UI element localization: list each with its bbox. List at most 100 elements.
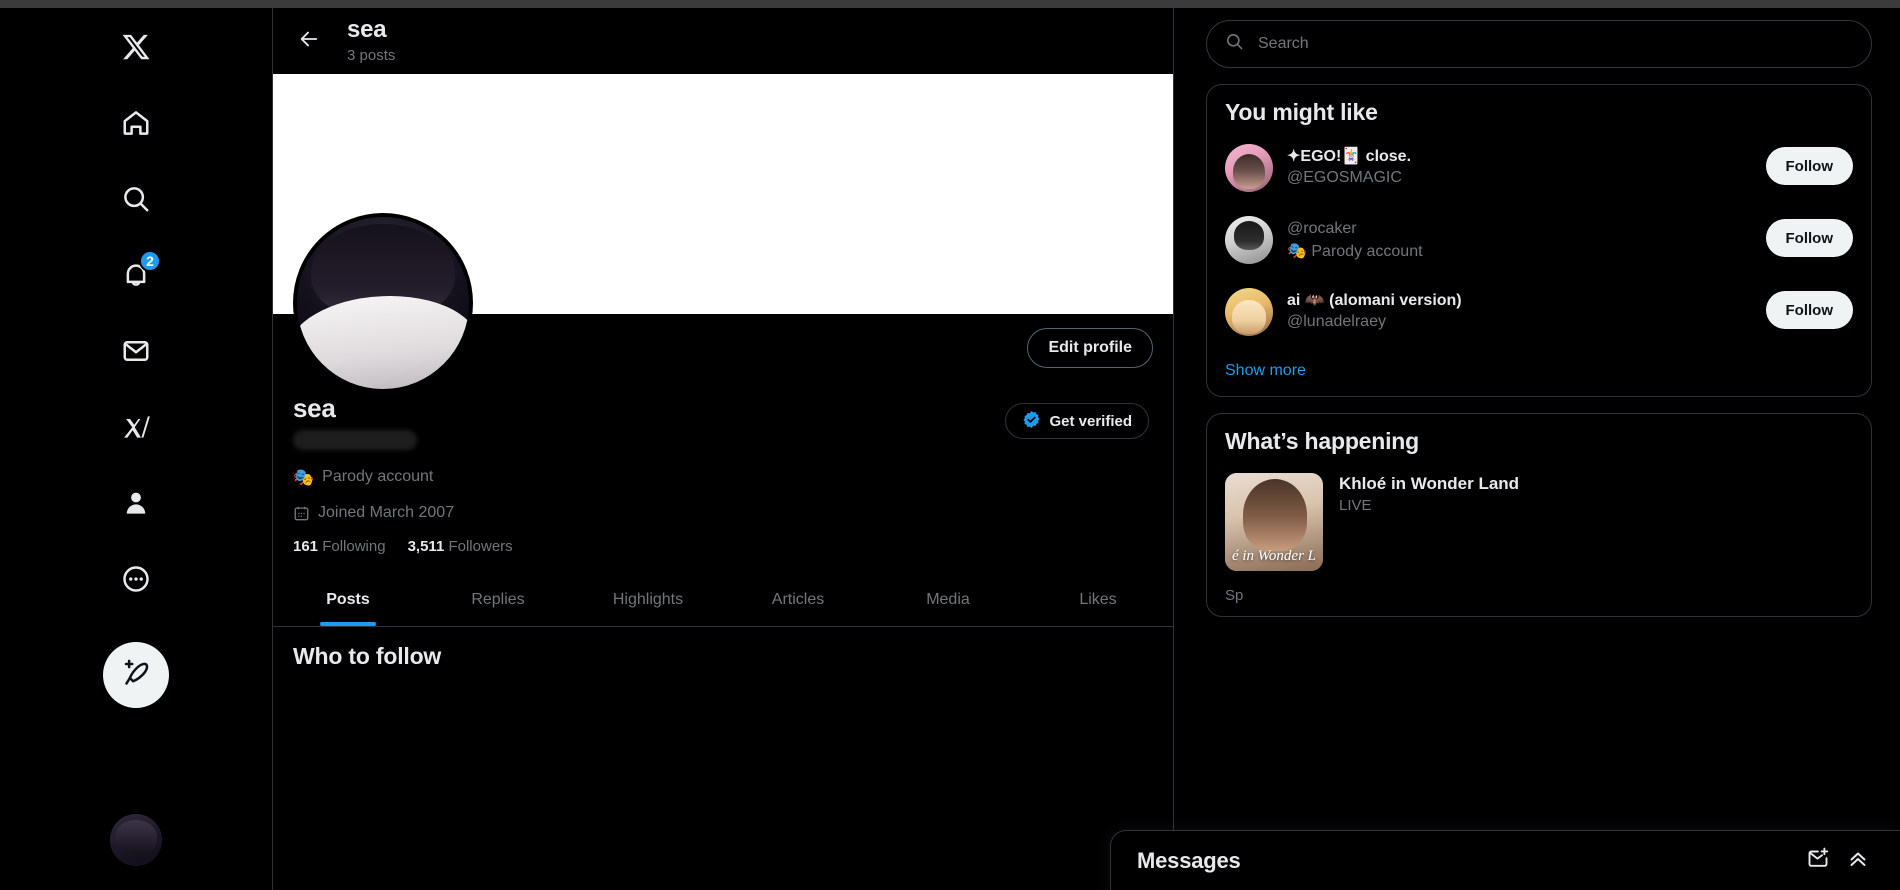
you-might-like-title: You might like [1225, 99, 1378, 125]
new-message-icon [1806, 846, 1830, 875]
x-profile-page: 2 sea 3 posts Edit profile sea Get verif… [0, 0, 1900, 890]
list-item[interactable]: ai 🦇 (alomani version) @lunadelraey Foll… [1207, 276, 1871, 348]
sidebar-item-profile[interactable] [105, 472, 167, 534]
suggestion-name: ai 🦇 (alomani version) [1287, 292, 1462, 309]
tab-articles-label: Articles [771, 590, 825, 608]
suggestion-handle: @rocaker [1287, 220, 1357, 237]
tab-posts-label: Posts [326, 590, 370, 608]
chevron-up-icon [1846, 846, 1870, 875]
header-titles: sea 3 posts [347, 16, 395, 66]
avatar[interactable] [1225, 144, 1273, 192]
sidebar-item-notifications[interactable]: 2 [105, 244, 167, 306]
search-icon [121, 184, 151, 214]
account-avatar[interactable] [110, 814, 162, 866]
notifications-badge: 2 [139, 250, 161, 272]
search-icon [1225, 32, 1244, 56]
suggestion-handle: @lunadelraey [1287, 313, 1386, 330]
tab-highlights-label: Highlights [612, 590, 684, 608]
new-message-button[interactable] [1798, 841, 1838, 881]
tab-highlights[interactable]: Highlights [573, 573, 723, 626]
search-input[interactable] [1258, 35, 1853, 53]
profile-name-block: sea [293, 392, 417, 450]
suggestion-body: ✦EGO!🃏 close. @EGOSMAGIC [1287, 144, 1752, 188]
tab-likes[interactable]: Likes [1023, 573, 1173, 626]
trend-thumbnail-caption: é in Wonder L [1231, 548, 1317, 564]
sidebar-item-messages[interactable] [105, 320, 167, 382]
joined-date-label: Joined March 2007 [318, 504, 455, 521]
list-item[interactable]: ✦EGO!🃏 close. @EGOSMAGIC Follow [1207, 132, 1871, 204]
messages-dock[interactable]: Messages [1110, 830, 1900, 890]
profile-avatar-image [297, 217, 469, 389]
expand-messages-button[interactable] [1838, 841, 1878, 881]
avatar-image [1225, 288, 1273, 336]
verified-badge-icon [1022, 410, 1041, 433]
avatar-image [1225, 216, 1273, 264]
parody-account-row: 🎭 Parody account [293, 468, 1153, 486]
show-more-link[interactable]: Show more [1207, 348, 1871, 396]
sidebar-item-more[interactable] [105, 548, 167, 610]
following-stat[interactable]: 161 Following [293, 538, 386, 555]
suggestion-handle: @EGOSMAGIC [1287, 169, 1402, 186]
suggestion-body: @rocaker 🎭 Parody account [1287, 216, 1752, 262]
home-icon [121, 108, 151, 138]
suggestion-parody-label: 🎭 Parody account [1287, 243, 1423, 260]
profile-handle-redacted [293, 430, 417, 450]
messages-dock-title: Messages [1137, 847, 1241, 873]
trend-live-badge: LIVE [1339, 497, 1372, 514]
person-icon [121, 488, 151, 518]
sidebar-item-explore[interactable] [105, 168, 167, 230]
list-item[interactable]: é in Wonder L Khloé in Wonder Land LIVE [1207, 461, 1871, 587]
compose-post-icon [121, 658, 151, 693]
you-might-like-card: You might like ✦EGO!🃏 close. @EGOSMAGIC … [1206, 84, 1872, 397]
parody-mask-icon: 🎭 [293, 467, 315, 487]
back-button[interactable] [289, 21, 329, 61]
trend-title: Khloé in Wonder Land [1339, 474, 1520, 493]
page-surface: 2 sea 3 posts Edit profile sea Get verif… [0, 8, 1900, 890]
tab-media[interactable]: Media [873, 573, 1023, 626]
trend-thumbnail: é in Wonder L [1225, 473, 1323, 571]
get-verified-label: Get verified [1049, 412, 1132, 430]
followers-label: Followers [448, 538, 513, 555]
primary-sidebar: 2 [0, 8, 272, 890]
follow-button[interactable]: Follow [1765, 291, 1853, 329]
sidebar-item-home[interactable] [105, 92, 167, 154]
profile-display-name: sea [293, 393, 336, 423]
whats-happening-title: What’s happening [1225, 428, 1419, 454]
followers-count: 3,511 [407, 538, 445, 555]
account-avatar-image [110, 814, 162, 866]
avatar-image [1225, 144, 1273, 192]
tab-posts[interactable]: Posts [273, 573, 423, 626]
follow-button[interactable]: Follow [1765, 219, 1853, 257]
parody-account-label: Parody account [322, 468, 434, 485]
calendar-icon [293, 505, 310, 522]
tab-media-label: Media [926, 590, 970, 608]
tab-replies[interactable]: Replies [423, 573, 573, 626]
joined-date-row: Joined March 2007 [293, 504, 1153, 522]
window-chrome-strip [0, 0, 1900, 8]
profile-main-column: sea 3 posts Edit profile sea Get verifie… [272, 8, 1174, 890]
get-verified-button[interactable]: Get verified [1005, 403, 1149, 439]
profile-details: Edit profile sea Get verified 🎭 Parody a… [273, 213, 1173, 555]
more-circle-icon [121, 564, 151, 594]
profile-avatar[interactable] [293, 213, 473, 393]
tab-articles[interactable]: Articles [723, 573, 873, 626]
avatar[interactable] [1225, 216, 1273, 264]
profile-tabs: Posts Replies Highlights Articles Media … [273, 573, 1173, 627]
follow-button[interactable]: Follow [1765, 147, 1853, 185]
search-bar[interactable] [1206, 20, 1872, 68]
suggestion-name: ✦EGO!🃏 close. [1287, 148, 1412, 165]
whats-happening-card: What’s happening é in Wonder L Khloé in … [1206, 413, 1872, 617]
x-logo-button[interactable] [105, 16, 167, 78]
profile-header-bar: sea 3 posts [273, 8, 1173, 74]
post-count: 3 posts [347, 47, 396, 64]
envelope-icon [121, 336, 151, 366]
followers-stat[interactable]: 3,511 Followers [408, 538, 513, 555]
right-sidebar: You might like ✦EGO!🃏 close. @EGOSMAGIC … [1174, 8, 1900, 890]
avatar[interactable] [1225, 288, 1273, 336]
grok-icon [121, 412, 151, 442]
edit-profile-button[interactable]: Edit profile [1027, 328, 1153, 368]
sidebar-item-grok[interactable] [105, 396, 167, 458]
compose-post-button[interactable] [103, 642, 169, 708]
who-to-follow-heading: Who to follow [293, 643, 442, 669]
list-item[interactable]: @rocaker 🎭 Parody account Follow [1207, 204, 1871, 276]
